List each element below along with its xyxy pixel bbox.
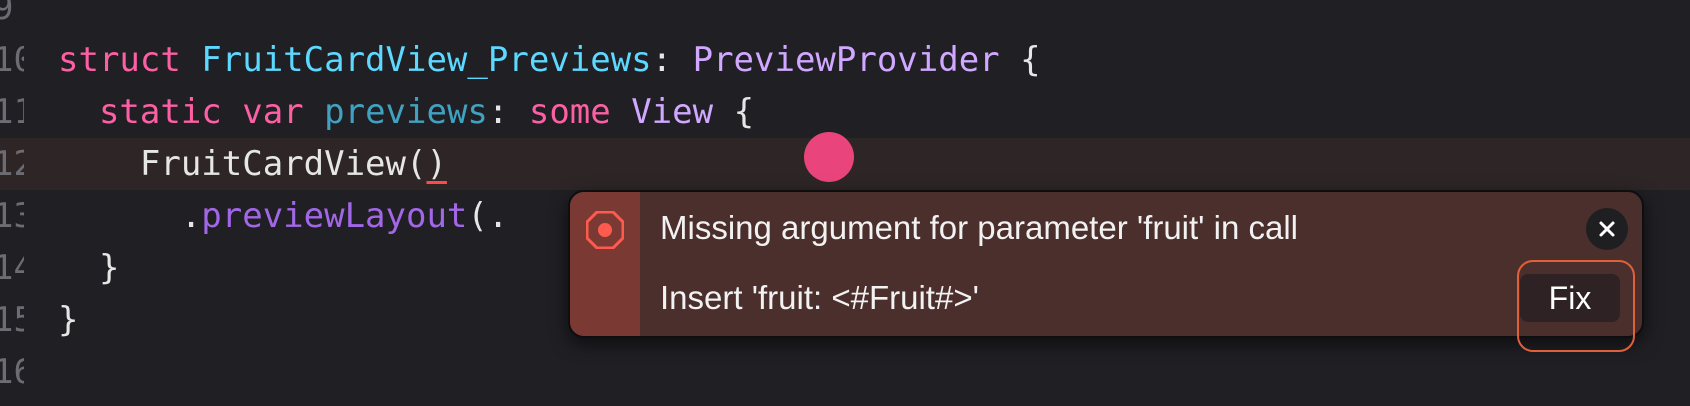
line-number: 13 [0,196,24,236]
code-token: var [242,92,325,132]
code-line[interactable]: 11 static var previews: some View { [0,86,1690,138]
code-token: View [631,92,714,132]
code-line[interactable]: 10 struct FruitCardView_Previews: Preview… [0,34,1690,86]
code-editor[interactable]: 9 10 struct FruitCardView_Previews: Previe… [0,0,1690,406]
code-token: previewLayout [201,196,468,236]
line-number: 16 [0,352,24,392]
line-number: 11 [0,92,24,132]
error-octagon-icon [585,210,625,250]
line-number: 14 [0,248,24,288]
line-number: 9 [0,0,14,28]
code-token: FruitCardView_Previews [201,40,652,80]
pointer-indicator [804,132,854,182]
code-token: struct [58,40,202,80]
code-token: : [487,92,529,132]
code-token: (. [467,196,509,236]
code-text: .previewLayout(. [58,190,509,242]
code-token: previews [324,92,488,132]
code-token: some [528,92,632,132]
line-number: 12 [0,144,24,184]
code-line[interactable]: 9 [0,0,1690,34]
code-token: . [58,196,202,236]
error-popover: Missing argument for parameter 'fruit' i… [568,190,1644,338]
fix-it-description[interactable]: Insert 'fruit: <#Fruit#>' [660,276,979,320]
code-text: } [58,294,78,346]
code-token: : [651,40,693,80]
code-token: } [58,248,120,288]
error-message: Missing argument for parameter 'fruit' i… [660,209,1299,246]
code-token: static [58,92,243,132]
line-number: 15 [0,300,24,340]
line-number: 10 [0,40,24,80]
fix-button[interactable]: Fix [1520,274,1620,322]
code-token: ) [426,144,447,184]
code-token: PreviewProvider [692,40,1000,80]
code-text: static var previews: some View { [58,86,754,138]
code-token: { [713,92,755,132]
code-token: } [58,300,79,340]
code-token: { [999,40,1041,80]
code-line[interactable]: 16 [0,346,1690,398]
error-stripe [570,192,640,336]
code-text: struct FruitCardView_Previews: PreviewPr… [58,34,1041,86]
code-text: } [58,242,119,294]
code-token: FruitCardView( [58,144,427,184]
code-text: FruitCardView() [58,138,447,190]
close-icon[interactable] [1586,208,1628,250]
